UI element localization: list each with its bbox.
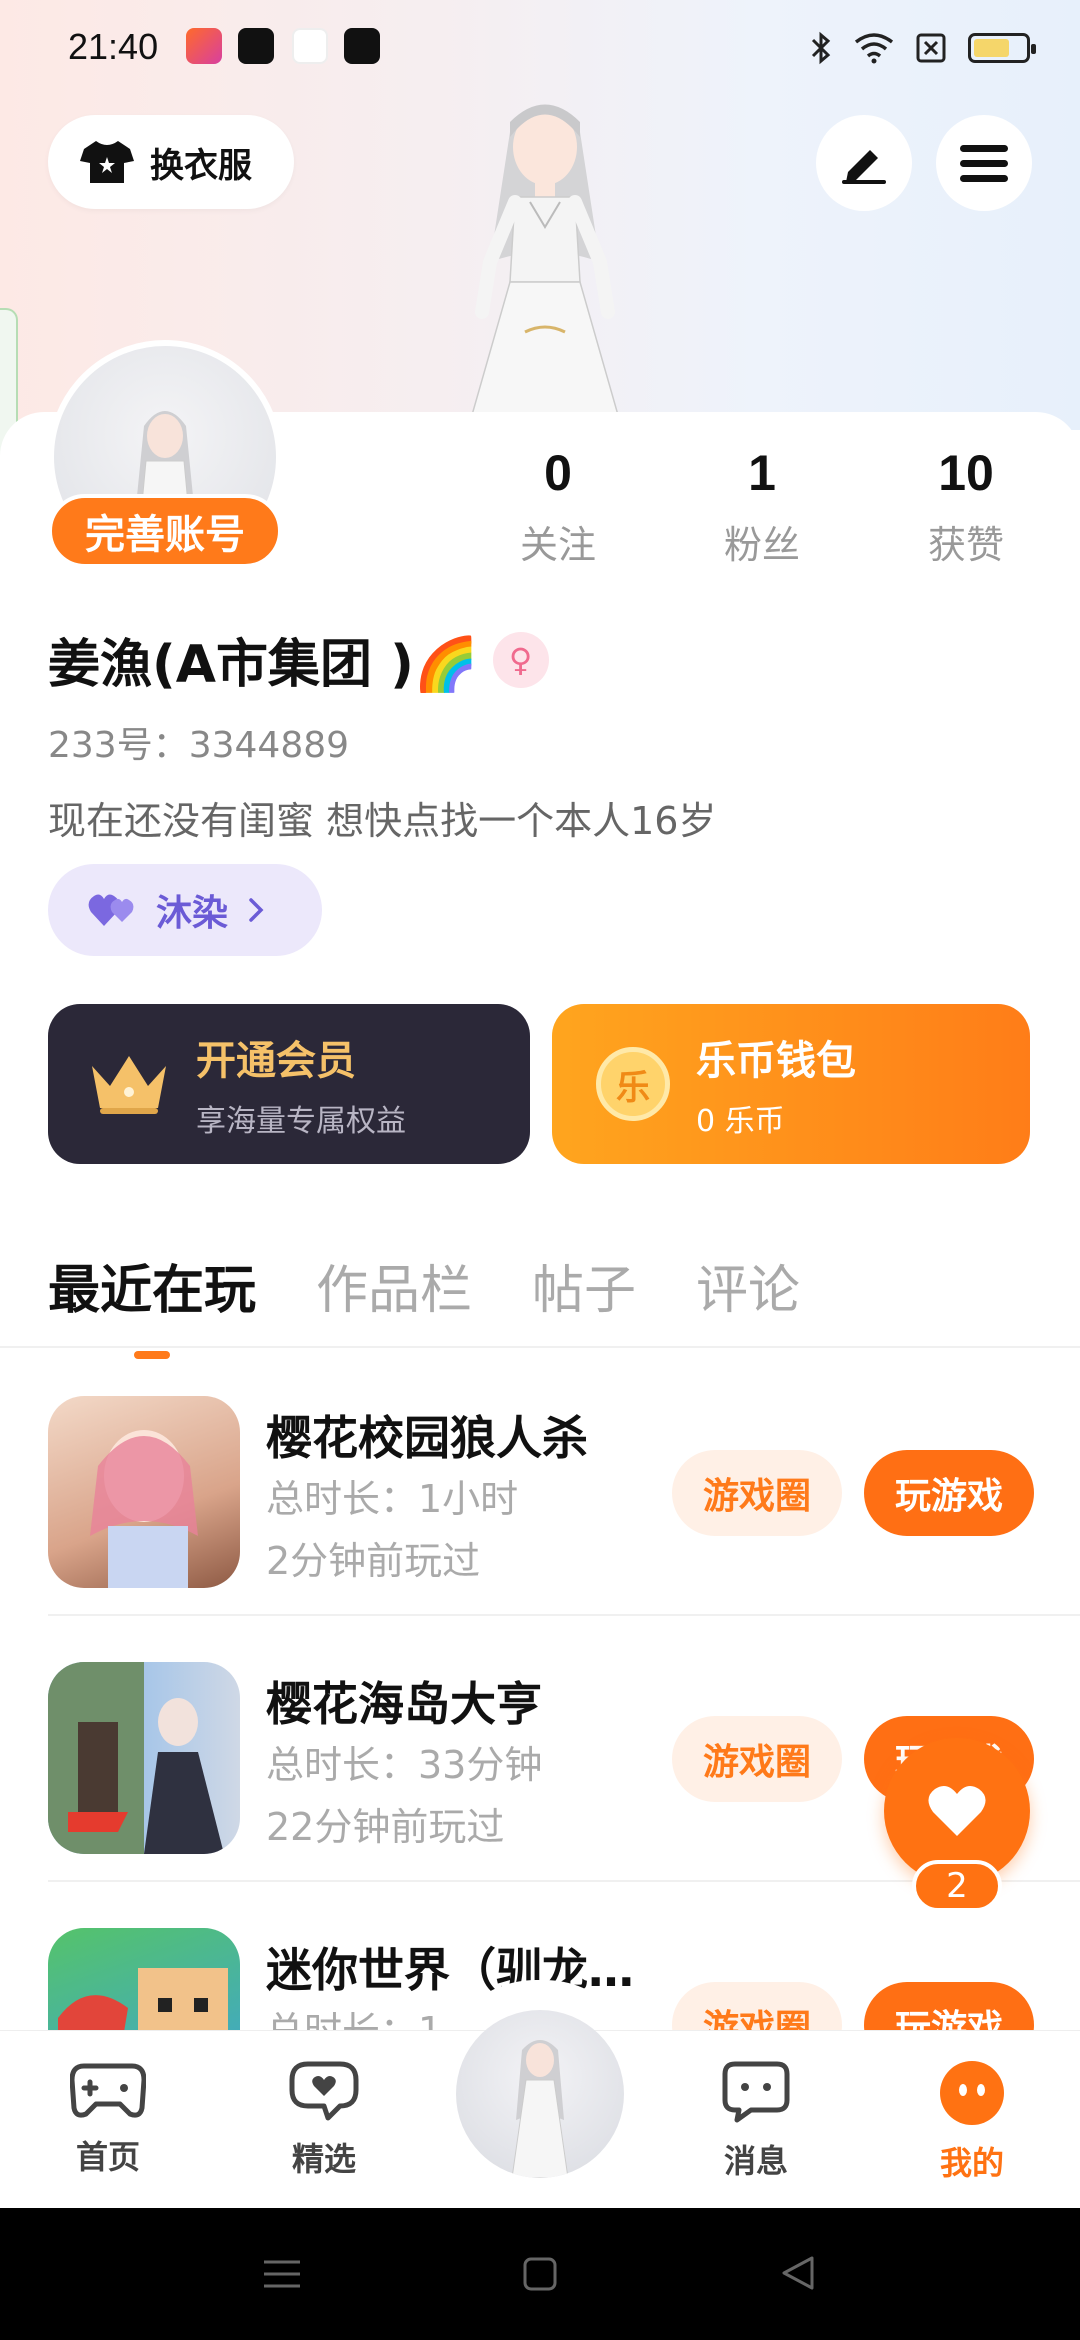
followers-label: 粉丝: [723, 523, 800, 567]
battery-icon: [968, 33, 1036, 63]
menu-icon: [960, 145, 1008, 182]
game-notification-icon: [292, 28, 328, 64]
profile-name: 姜漁(A市集团 )🌈: [48, 635, 479, 695]
nav-featured-label: 精选: [291, 2140, 356, 2178]
nav-messages[interactable]: 消息: [686, 2060, 826, 2182]
followers-count: 1: [748, 445, 776, 501]
tab-recently-played[interactable]: 最近在玩: [48, 1248, 256, 1359]
profile-tabs: 最近在玩 作品栏 帖子 评论: [48, 1248, 800, 1359]
no-sim-icon: [916, 33, 946, 63]
home-icon[interactable]: [522, 2256, 558, 2292]
vip-membership-card[interactable]: 开通会员 享海量专属权益: [48, 1004, 530, 1164]
tab-posts[interactable]: 帖子: [532, 1248, 636, 1359]
status-bar: 21:40: [0, 0, 1080, 96]
crown-icon: [92, 1056, 166, 1114]
vip-title: 开通会员: [196, 1038, 356, 1084]
nav-featured[interactable]: 精选: [254, 2060, 394, 2180]
complete-account-badge[interactable]: 完善账号: [48, 494, 282, 568]
game-title: 樱花校园狼人杀: [266, 1411, 588, 1465]
edit-profile-button[interactable]: [816, 115, 912, 211]
double-heart-icon: [88, 894, 134, 926]
list-item[interactable]: 樱花校园狼人杀 总时长：1小时 2分钟前玩过 游戏圈 玩游戏: [48, 1350, 1080, 1616]
game-last-played: 22分钟前玩过: [266, 1805, 505, 1849]
heart-icon: [928, 1785, 986, 1836]
gamepad-icon: [69, 2063, 147, 2118]
douyin-notification-icon: [238, 28, 274, 64]
chevron-right-icon: [249, 898, 264, 922]
app-notification-icon: [186, 28, 222, 64]
back-icon[interactable]: [780, 2254, 816, 2292]
name-row: 姜漁(A市集团 )🌈 ♀: [48, 622, 549, 697]
status-time: 21:40: [68, 26, 159, 67]
game-duration: 总时长：33分钟: [266, 1743, 543, 1787]
heart-chat-icon: [289, 2061, 359, 2121]
relationship-tag-pill[interactable]: 沐染: [48, 864, 322, 956]
game-duration: 总时长：1小时: [266, 1477, 519, 1521]
wifi-icon: [854, 33, 894, 64]
user-id: 233号：3344889: [48, 725, 350, 766]
game-title: 樱花海岛大亨: [266, 1677, 542, 1731]
system-navigation-bar: [0, 2208, 1080, 2340]
bluetooth-icon: [811, 31, 831, 65]
douyin-notification-icon: [344, 28, 380, 64]
floating-like-count: 2: [912, 1860, 1002, 1912]
avatar-character-figure[interactable]: [430, 92, 660, 422]
stat-followers[interactable]: 1 粉丝: [682, 444, 842, 569]
game-duration: 总时长：1…: [266, 2000, 480, 2030]
game-icon-mini-world: [48, 1928, 240, 2030]
nav-messages-label: 消息: [723, 2142, 788, 2180]
message-icon: [722, 2061, 790, 2123]
nav-profile-label: 我的: [939, 2144, 1004, 2182]
following-label: 关注: [519, 523, 596, 567]
likes-label: 获赞: [927, 523, 1004, 567]
avatar-figure-icon: [511, 2040, 569, 2178]
likes-count: 10: [938, 445, 994, 501]
tshirt-icon: [80, 141, 134, 183]
profile-face-icon: [940, 2061, 1004, 2125]
game-icon-werewolf: [48, 1396, 240, 1588]
play-game-button[interactable]: 玩游戏: [864, 1982, 1034, 2030]
tab-works[interactable]: 作品栏: [316, 1248, 472, 1359]
game-circle-button[interactable]: 游戏圈: [672, 1982, 842, 2030]
tab-divider: [0, 1346, 1080, 1348]
following-count: 0: [544, 445, 572, 501]
wallet-balance: 0 乐币: [696, 1104, 785, 1139]
recent-games-list: 樱花校园狼人杀 总时长：1小时 2分钟前玩过 游戏圈 玩游戏 樱花海岛大亨 总时…: [0, 1350, 1080, 2030]
game-last-played: 2分钟前玩过: [266, 1539, 481, 1583]
nav-home[interactable]: 首页: [38, 2060, 178, 2178]
tab-comments[interactable]: 评论: [696, 1248, 800, 1359]
pen-icon: [842, 150, 886, 184]
nav-avatar-button[interactable]: [456, 2010, 624, 2178]
relationship-tag-label: 沐染: [156, 893, 229, 934]
nav-profile[interactable]: 我的: [902, 2060, 1042, 2184]
game-circle-button[interactable]: 游戏圈: [672, 1450, 842, 1536]
game-circle-button[interactable]: 游戏圈: [672, 1716, 842, 1802]
recent-apps-icon[interactable]: [262, 2258, 302, 2290]
wallet-title: 乐币钱包: [696, 1038, 856, 1084]
stat-likes[interactable]: 10 获赞: [886, 444, 1046, 569]
coin-wallet-card[interactable]: 乐 乐币钱包 0 乐币: [552, 1004, 1030, 1164]
coin-icon: 乐: [596, 1047, 670, 1121]
menu-button[interactable]: [936, 115, 1032, 211]
female-gender-icon: ♀: [492, 631, 549, 688]
nav-home-label: 首页: [75, 2138, 140, 2176]
change-outfit-label: 换衣服: [150, 145, 252, 186]
play-game-button[interactable]: 玩游戏: [864, 1450, 1034, 1536]
profile-bio: 现在还没有闺蜜 想快点找一个本人16岁: [48, 799, 717, 843]
vip-subtitle: 享海量专属权益: [196, 1104, 406, 1139]
stat-following[interactable]: 0 关注: [478, 444, 638, 569]
game-icon-island: [48, 1662, 240, 1854]
change-outfit-button[interactable]: 换衣服: [48, 115, 294, 209]
